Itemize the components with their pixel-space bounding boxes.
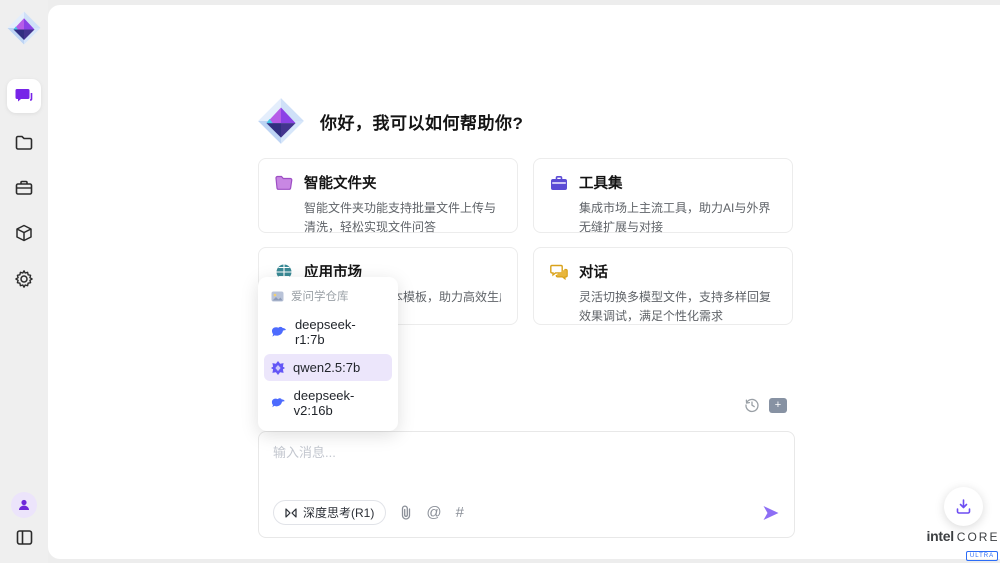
toolset-icon: [550, 175, 568, 191]
model-option-qwen[interactable]: qwen2.5:7b: [264, 354, 392, 381]
sidebar-collapse-button[interactable]: [7, 520, 41, 554]
intel-brand-text: intel: [927, 528, 954, 544]
card-title: 智能文件夹: [304, 172, 377, 193]
intel-tier-badge: ultra: [966, 551, 998, 561]
attach-file-button[interactable]: [400, 505, 412, 520]
history-icon[interactable]: [744, 397, 760, 413]
intel-product-text: core: [957, 530, 1000, 544]
sidebar-item-toolbox[interactable]: [7, 171, 41, 205]
composer-toolbar: 深度思考(R1) @ #: [273, 500, 780, 525]
model-option-deepseek-v2[interactable]: deepseek-v2:16b: [264, 382, 392, 424]
folder-icon: [14, 133, 34, 153]
card-description: 智能文件夹功能支持批量文件上传与清洗，轻松实现文件问答: [275, 199, 501, 237]
intel-core-ultra-logo: intel core ultra: [925, 528, 1000, 562]
card-title: 工具集: [579, 172, 623, 193]
qwen-icon: [271, 361, 285, 375]
download-button[interactable]: [944, 487, 983, 526]
deep-think-icon: [285, 508, 297, 518]
cube-icon: [14, 223, 34, 243]
repository-label: 爱问学仓库: [291, 288, 349, 304]
gear-icon: [14, 269, 34, 289]
topic-button[interactable]: #: [456, 504, 464, 521]
greeting-text: 你好，我可以如何帮助你?: [320, 109, 523, 134]
deepseek-icon: [271, 326, 287, 338]
sidebar-item-settings[interactable]: [7, 262, 41, 296]
card-smart-folder[interactable]: 智能文件夹 智能文件夹功能支持批量文件上传与清洗，轻松实现文件问答: [258, 158, 518, 233]
panel-toggle-icon: [15, 528, 34, 547]
download-icon: [955, 498, 972, 515]
mention-button[interactable]: @: [426, 504, 441, 521]
deep-think-label: 深度思考(R1): [303, 504, 374, 521]
card-description: 灵活切换多模型文件，支持多样回复效果调试，满足个性化需求: [550, 288, 776, 326]
sidebar-item-folders[interactable]: [7, 126, 41, 160]
new-chat-button[interactable]: +: [769, 398, 787, 413]
sidebar-item-chat[interactable]: [7, 79, 41, 113]
send-button[interactable]: [762, 505, 780, 521]
user-icon: [17, 498, 31, 512]
deepseek-icon: [271, 397, 286, 409]
sidebar: [0, 0, 48, 563]
repository-icon: [271, 291, 284, 302]
app-logo-icon: [6, 10, 42, 46]
message-composer: 深度思考(R1) @ #: [258, 431, 795, 538]
conversation-actions: +: [744, 397, 787, 413]
conversation-icon: [550, 264, 568, 280]
send-icon: [762, 505, 780, 521]
paperclip-icon: [400, 505, 412, 520]
plus-icon: +: [775, 400, 781, 411]
avatar: [11, 492, 37, 518]
model-option-deepseek-r1[interactable]: deepseek-r1:7b: [264, 311, 392, 353]
greeting: 你好，我可以如何帮助你?: [256, 96, 523, 146]
greeting-logo-icon: [256, 96, 306, 146]
model-repository-header: 爱问学仓库: [264, 283, 392, 311]
message-input[interactable]: [273, 442, 773, 490]
card-title: 对话: [579, 261, 608, 282]
card-description: 集成市场上主流工具，助力AI与外界无缝扩展与对接: [550, 199, 776, 237]
sidebar-item-models[interactable]: [7, 216, 41, 250]
card-conversation[interactable]: 对话 灵活切换多模型文件，支持多样回复效果调试，满足个性化需求: [533, 247, 793, 325]
model-dropdown-menu: 爱问学仓库 deepseek-r1:7b qwen2.5:7b deepseek…: [258, 277, 398, 431]
model-option-label: qwen2.5:7b: [293, 360, 360, 375]
smart-folder-icon: [275, 175, 293, 191]
chat-icon: [14, 86, 34, 106]
model-option-label: deepseek-v2:16b: [294, 388, 385, 418]
card-toolset[interactable]: 工具集 集成市场上主流工具，助力AI与外界无缝扩展与对接: [533, 158, 793, 233]
briefcase-icon: [14, 178, 34, 198]
model-option-label: deepseek-r1:7b: [295, 317, 385, 347]
sidebar-item-account[interactable]: [7, 488, 41, 522]
deep-think-toggle[interactable]: 深度思考(R1): [273, 500, 386, 525]
